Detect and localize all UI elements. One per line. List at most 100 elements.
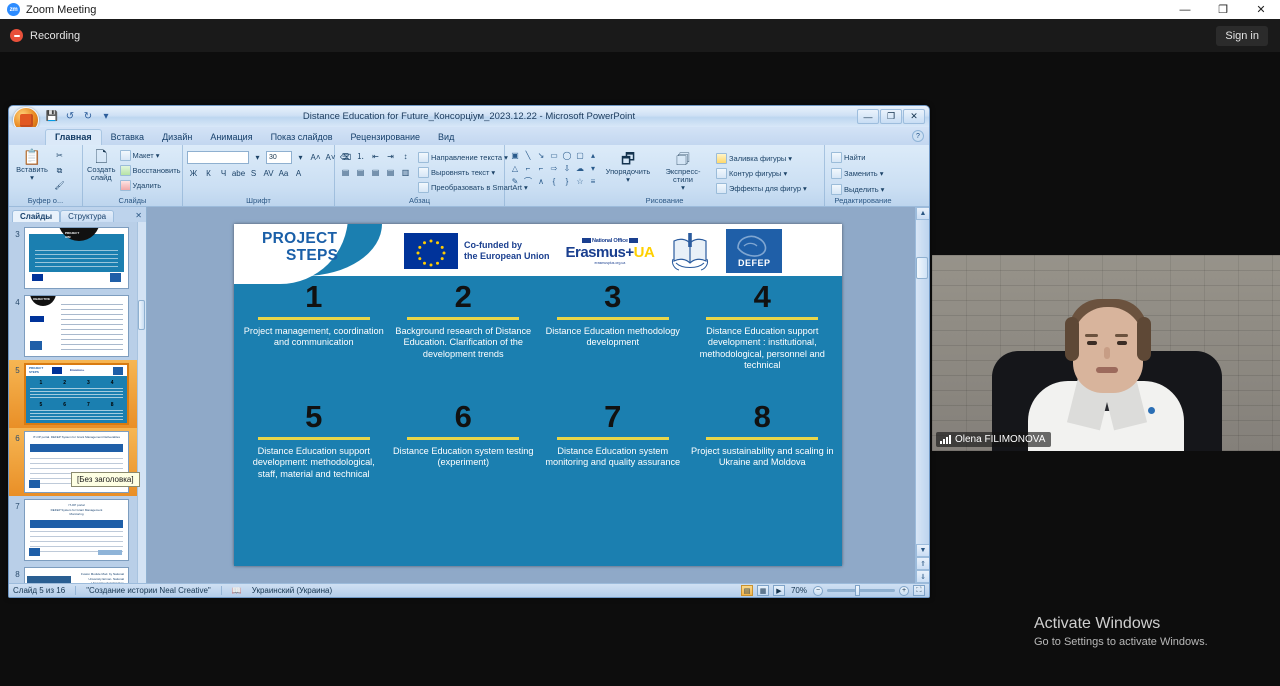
increase-indent-icon[interactable]: ⇥	[384, 150, 397, 163]
rounded-rect-shape-icon[interactable]: ▢	[574, 149, 586, 161]
tab-outline[interactable]: Структура	[60, 210, 115, 222]
close-window-button[interactable]: ✕	[1242, 0, 1280, 19]
bullets-icon[interactable]: ☰	[339, 150, 352, 163]
select-button[interactable]: Выделить ▾	[829, 183, 886, 196]
bold-button[interactable]: Ж	[187, 167, 200, 180]
rectangle-shape-icon[interactable]: ▭	[548, 149, 560, 161]
sign-in-button[interactable]: Sign in	[1216, 25, 1268, 46]
font-size-input[interactable]: 30	[266, 151, 292, 164]
ellipse-shape-icon[interactable]: ◯	[561, 149, 573, 161]
slide-thumbnail-list[interactable]: 3 PROJECT AIM 4 OBJECTIVE 5 PROJECT STEP…	[9, 222, 146, 583]
maximize-window-button[interactable]: ❐	[1204, 0, 1242, 19]
line-spacing-icon[interactable]: ↕	[399, 150, 412, 163]
elbow-shape-icon[interactable]: ⌐	[522, 162, 534, 174]
star-shape-icon[interactable]: ☆	[574, 175, 586, 187]
ppt-close-button[interactable]: ✕	[903, 109, 925, 124]
tab-insert[interactable]: Вставка	[102, 130, 153, 145]
scroll-down-icon[interactable]: ▼	[916, 544, 929, 557]
paste-button[interactable]: 📋 Вставить ▾	[13, 147, 51, 182]
columns-icon[interactable]: ▥	[399, 166, 412, 179]
scroll-thumb[interactable]	[916, 257, 928, 279]
zoom-level-label[interactable]: 70%	[789, 586, 809, 595]
copy-icon[interactable]: ⧉	[53, 164, 66, 177]
thumbnail-row-4[interactable]: 4 OBJECTIVE	[9, 292, 146, 360]
ppt-minimize-button[interactable]: —	[857, 109, 879, 124]
shape-fill-button[interactable]: Заливка фигуры ▾	[714, 152, 809, 165]
tab-animation[interactable]: Анимация	[201, 130, 261, 145]
curve-shape-icon[interactable]: ⌒	[522, 175, 534, 187]
shape-outline-button[interactable]: Контур фигуры ▾	[714, 167, 809, 180]
reset-button[interactable]: Восстановить	[118, 164, 183, 177]
font-size-dropdown-icon[interactable]: ▾	[294, 151, 307, 164]
scroll-up-icon[interactable]: ▲	[916, 207, 929, 220]
increase-font-size-icon[interactable]: A˄	[309, 151, 322, 164]
italic-button[interactable]: К	[202, 167, 215, 180]
elbow2-shape-icon[interactable]: ⌐	[535, 162, 547, 174]
shape-effects-button[interactable]: Эффекты для фигур ▾	[714, 182, 809, 195]
decrease-indent-icon[interactable]: ⇤	[369, 150, 382, 163]
align-right-icon[interactable]: ▤	[369, 166, 382, 179]
triangle-shape-icon[interactable]: △	[509, 162, 521, 174]
save-icon[interactable]: 💾	[45, 110, 59, 124]
slideshow-view-button[interactable]: ▶	[773, 585, 785, 596]
thumbnail-image-selected[interactable]: PROJECT STEPS Erasmus+ 1 2 3 4 5 6 7 8	[24, 363, 129, 425]
freeform-shape-icon[interactable]: ✎	[509, 175, 521, 187]
shapes-scroll-down-icon[interactable]: ▾	[587, 162, 599, 174]
participant-video-tile[interactable]: Olena FILIMONOVA	[932, 255, 1280, 451]
font-color-button[interactable]: A	[292, 167, 305, 180]
thumbnail-row-5[interactable]: 5 PROJECT STEPS Erasmus+ 1 2 3 4 5 6 7 8	[9, 360, 146, 428]
zoom-out-button[interactable]: −	[813, 585, 823, 596]
delete-slide-button[interactable]: Удалить	[118, 179, 183, 192]
slides-panel-scrollbar[interactable]	[137, 222, 146, 583]
close-slides-panel-icon[interactable]: ✕	[135, 211, 142, 220]
previous-slide-icon[interactable]: ⇑	[916, 557, 929, 570]
arrange-button[interactable]: 🗗 Упорядочить ▾	[604, 149, 652, 184]
minimize-window-button[interactable]: —	[1166, 0, 1204, 19]
justify-icon[interactable]: ▤	[384, 166, 397, 179]
arrow-shape-icon[interactable]: ↘	[535, 149, 547, 161]
thumbnail-image[interactable]: Fusion Module Mod. by National Universit…	[24, 567, 129, 583]
shapes-more-icon[interactable]: ≡	[587, 175, 599, 187]
tab-review[interactable]: Рецензирование	[342, 130, 430, 145]
spellcheck-icon[interactable]: 📖	[232, 586, 242, 595]
down-arrow-shape-icon[interactable]: ⇩	[561, 162, 573, 174]
slides-panel-scroll-thumb[interactable]	[138, 300, 145, 330]
numbering-icon[interactable]: ⒈	[354, 150, 367, 163]
zoom-slider-handle[interactable]	[855, 585, 860, 596]
replace-button[interactable]: Заменить ▾	[829, 167, 885, 180]
undo-icon[interactable]: ↺	[63, 110, 77, 124]
normal-view-button[interactable]: ▤	[741, 585, 753, 596]
thumbnail-image[interactable]: OBJECTIVE	[24, 295, 129, 357]
align-left-icon[interactable]: ▤	[339, 166, 352, 179]
brace-left-shape-icon[interactable]: {	[548, 175, 560, 187]
slide-editing-pane[interactable]: PROJECT STEPS Co-funded by the European …	[147, 207, 929, 583]
thumbnail-row-8[interactable]: 8 Fusion Module Mod. by National Univers…	[9, 564, 146, 583]
shapes-scroll-up-icon[interactable]: ▴	[587, 149, 599, 161]
slide-sorter-view-button[interactable]: ▦	[757, 585, 769, 596]
slide-canvas[interactable]: PROJECT STEPS Co-funded by the European …	[234, 224, 842, 566]
line-shape-icon[interactable]: ╲	[522, 149, 534, 161]
ppt-restore-button[interactable]: ❐	[880, 109, 902, 124]
thumbnail-image[interactable]: IT-OP portal DEFEP System for Grant Manag…	[24, 499, 129, 561]
change-case-button[interactable]: Aa	[277, 167, 290, 180]
format-painter-icon[interactable]: 🖌	[53, 179, 66, 192]
underline-button[interactable]: Ч	[217, 167, 230, 180]
cloud-shape-icon[interactable]: ☁	[574, 162, 586, 174]
align-center-icon[interactable]: ▤	[354, 166, 367, 179]
tab-view[interactable]: Вид	[429, 130, 463, 145]
zoom-slider[interactable]	[827, 585, 895, 596]
cut-icon[interactable]: ✂	[53, 149, 66, 162]
font-name-input[interactable]	[187, 151, 249, 164]
help-icon[interactable]: ?	[912, 130, 924, 142]
redo-icon[interactable]: ↻	[81, 110, 95, 124]
paste-dropdown-icon[interactable]: ▾	[30, 174, 34, 182]
next-slide-icon[interactable]: ⇓	[916, 570, 929, 583]
thumbnail-row-7[interactable]: 7 IT-OP portal DEFEP System for Grant Man…	[9, 496, 146, 564]
zoom-in-button[interactable]: +	[899, 585, 909, 596]
layout-button[interactable]: Макет ▾	[118, 149, 183, 162]
find-button[interactable]: Найти	[829, 151, 867, 164]
textbox-shape-icon[interactable]: ▣	[509, 149, 521, 161]
tab-slides[interactable]: Слайды	[12, 210, 61, 222]
quick-styles-dropdown-icon[interactable]: ▾	[681, 184, 685, 192]
font-name-dropdown-icon[interactable]: ▾	[251, 151, 264, 164]
